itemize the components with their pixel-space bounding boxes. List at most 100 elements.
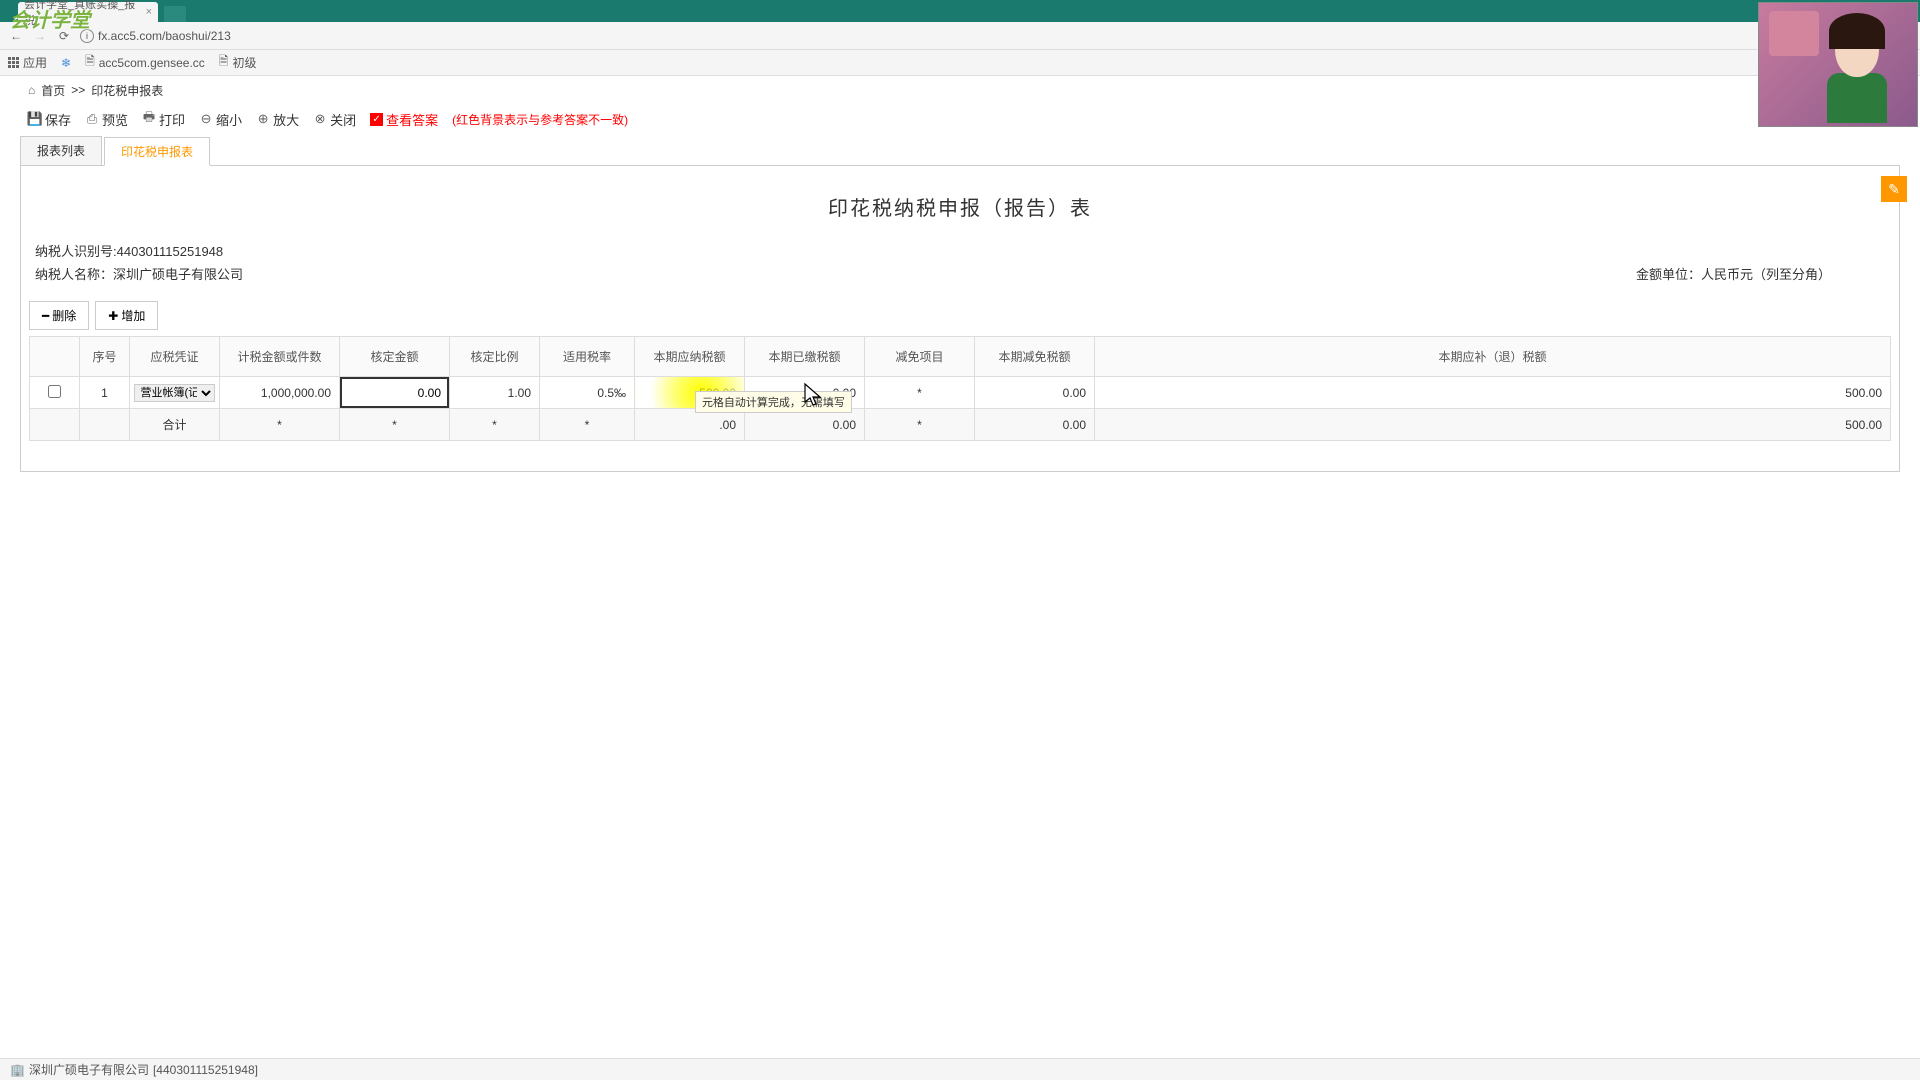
cell-assessed-ratio[interactable]: 1.00 <box>450 377 540 409</box>
cell-rate[interactable]: 0.5‰ <box>540 377 635 409</box>
table-row: 1 营业帐簿(记 ▼ 1,000,000.00 1.00 0.5‰ 500.00… <box>30 377 1891 409</box>
col-paid: 本期已缴税额 <box>745 337 865 377</box>
footer-id: [440301115251948] <box>153 1063 258 1077</box>
assessed-amt-input[interactable] <box>340 377 449 408</box>
col-voucher: 应税凭证 <box>130 337 220 377</box>
col-tax-basis: 计税金额或件数 <box>220 337 340 377</box>
tab-report-list[interactable]: 报表列表 <box>20 136 102 165</box>
col-payable: 本期应纳税额 <box>635 337 745 377</box>
total-deduction: * <box>865 409 975 441</box>
save-icon: 💾 <box>28 112 42 126</box>
apps-icon <box>8 57 19 68</box>
apps-button[interactable]: 应用 <box>8 54 47 71</box>
form-title: 印花税纳税申报（报告）表 <box>29 192 1891 221</box>
col-checkbox <box>30 337 80 377</box>
col-deducted: 本期减免税额 <box>975 337 1095 377</box>
edit-tag-button[interactable]: ✎ <box>1881 176 1907 202</box>
status-bar: 🏢 深圳广硕电子有限公司 [440301115251948] <box>0 1058 1920 1080</box>
bookmark-icon-1[interactable]: ❄ <box>61 56 71 70</box>
breadcrumb-sep: >> <box>71 83 85 97</box>
url-text: fx.acc5.com/baoshui/213 <box>98 29 231 43</box>
cell-tax-basis[interactable]: 1,000,000.00 <box>220 377 340 409</box>
new-tab-button[interactable] <box>164 6 186 22</box>
col-assessed-ratio: 核定比例 <box>450 337 540 377</box>
breadcrumb: ⌂ 首页 >> 印花税申报表 <box>20 76 1900 104</box>
save-button[interactable]: 💾保存 <box>28 110 71 129</box>
breadcrumb-home[interactable]: 首页 <box>41 82 65 99</box>
form-content: ✎ 印花税纳税申报（报告）表 纳税人识别号:440301115251948 纳税… <box>20 166 1900 472</box>
print-icon: 🖶 <box>142 112 156 126</box>
browser-tab[interactable]: 会计学堂_真账实操_报税 × <box>18 2 158 22</box>
cell-payable[interactable]: 500.00 元格自动计算完成，无需填写 <box>635 377 745 409</box>
tab-title: 会计学堂_真账实操_报税 <box>24 0 146 28</box>
page-icon: 🗎 <box>219 52 229 73</box>
total-payable: .00 <box>635 409 745 441</box>
plus-icon: ✚ <box>108 309 118 323</box>
total-label: 合计 <box>130 409 220 441</box>
table-header-row: 序号 应税凭证 计税金额或件数 核定金额 核定比例 适用税率 本期应纳税额 本期… <box>30 337 1891 377</box>
col-seq: 序号 <box>80 337 130 377</box>
col-deduction: 减免项目 <box>865 337 975 377</box>
tab-stamp-tax-form[interactable]: 印花税申报表 <box>104 137 210 166</box>
info-icon[interactable]: i <box>80 29 94 43</box>
total-due: 500.00 <box>1095 409 1891 441</box>
table-total-row: 合计 * * * * .00 0.00 * 0.00 500.00 <box>30 409 1891 441</box>
cell-deduction[interactable]: * <box>865 377 975 409</box>
minus-icon: ━ <box>42 309 49 323</box>
bookmark-bar: 应用 ❄ 🗎 acc5com.gensee.cc 🗎 初级 <box>0 50 1920 76</box>
url-field[interactable]: i fx.acc5.com/baoshui/213 <box>80 29 231 43</box>
row-checkbox[interactable] <box>48 385 61 398</box>
preview-icon: ⎙ <box>85 112 99 126</box>
checkbox-icon: ✓ <box>370 113 383 126</box>
voucher-select[interactable]: 营业帐簿(记 ▼ <box>134 384 214 402</box>
taxpayer-id-label: 纳税人识别号: <box>35 244 117 259</box>
col-rate: 适用税率 <box>540 337 635 377</box>
cell-seq: 1 <box>80 377 130 409</box>
tax-table: 序号 应税凭证 计税金额或件数 核定金额 核定比例 适用税率 本期应纳税额 本期… <box>29 336 1891 441</box>
bookmark-gensee[interactable]: 🗎 acc5com.gensee.cc <box>85 52 205 73</box>
webcam-overlay <box>1758 2 1918 127</box>
close-icon[interactable]: × <box>146 6 152 18</box>
add-row-button[interactable]: ✚增加 <box>95 301 158 330</box>
plus-icon: ⊕ <box>256 112 270 126</box>
page-tabs: 报表列表 印花税申报表 <box>20 136 1900 166</box>
tooltip: 元格自动计算完成，无需填写 <box>695 391 852 413</box>
cell-due[interactable]: 500.00 <box>1095 377 1891 409</box>
building-icon: 🏢 <box>10 1063 25 1077</box>
zoom-in-button[interactable]: ⊕放大 <box>256 110 299 129</box>
close-icon: ⊗ <box>313 112 327 126</box>
col-due: 本期应补（退）税额 <box>1095 337 1891 377</box>
taxpayer-id-value: 440301115251948 <box>117 244 224 259</box>
minus-icon: ⊖ <box>199 112 213 126</box>
total-deducted: 0.00 <box>975 409 1095 441</box>
cell-deducted[interactable]: 0.00 <box>975 377 1095 409</box>
currency-unit: 金额单位：人民币元（列至分角） <box>1636 264 1831 283</box>
cell-assessed-amt[interactable] <box>340 377 450 409</box>
row-checkbox-cell[interactable] <box>30 377 80 409</box>
total-assessed-amt: * <box>340 409 450 441</box>
url-bar: ← → ⟳ i fx.acc5.com/baoshui/213 <box>0 22 1920 50</box>
total-paid: 0.00 <box>745 409 865 441</box>
forward-button[interactable]: → <box>32 28 48 44</box>
home-icon[interactable]: ⌂ <box>28 83 35 97</box>
taxpayer-name-row: 纳税人名称：深圳广硕电子有限公司 <box>35 264 243 283</box>
zoom-out-button[interactable]: ⊖缩小 <box>199 110 242 129</box>
total-assessed-ratio: * <box>450 409 540 441</box>
delete-row-button[interactable]: ━删除 <box>29 301 89 330</box>
hint-text: (红色背景表示与参考答案不一致) <box>452 111 628 128</box>
reload-button[interactable]: ⟳ <box>56 28 72 44</box>
footer-company: 深圳广硕电子有限公司 <box>29 1061 149 1078</box>
close-button[interactable]: ⊗关闭 <box>313 110 356 129</box>
taxpayer-id-row: 纳税人识别号:440301115251948 <box>35 241 1891 260</box>
breadcrumb-current: 印花税申报表 <box>91 82 163 99</box>
print-button[interactable]: 🖶打印 <box>142 110 185 129</box>
total-rate: * <box>540 409 635 441</box>
bookmark-chuji[interactable]: 🗎 初级 <box>219 52 257 73</box>
page-icon: 🗎 <box>85 52 95 73</box>
preview-button[interactable]: ⎙预览 <box>85 110 128 129</box>
back-button[interactable]: ← <box>8 28 24 44</box>
total-tax-basis: * <box>220 409 340 441</box>
toolbar: 💾保存 ⎙预览 🖶打印 ⊖缩小 ⊕放大 ⊗关闭 ✓ 查看答案 (红色背景表示与参… <box>20 104 1900 134</box>
check-answer-toggle[interactable]: ✓ 查看答案 <box>370 110 438 129</box>
cell-voucher[interactable]: 营业帐簿(记 ▼ <box>130 377 220 409</box>
